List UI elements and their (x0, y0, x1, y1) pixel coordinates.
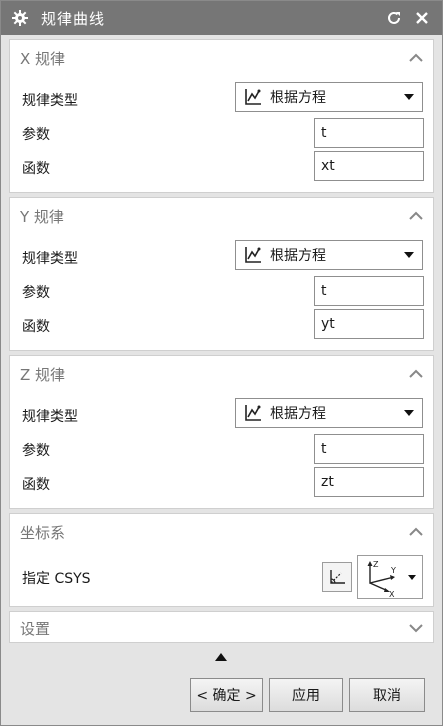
cancel-button[interactable]: 取消 (349, 678, 425, 712)
axis-y-label: Y (390, 566, 396, 575)
y-law-type-value: 根据方程 (270, 248, 326, 264)
chevron-down-icon[interactable] (407, 619, 425, 637)
z-law-group: Z 规律 规律类型 根据方程 参数 t 函数 zt (9, 355, 434, 509)
csys-header[interactable]: 坐标系 (10, 514, 433, 550)
y-law-header[interactable]: Y 规律 (10, 198, 433, 234)
csys-type-dropdown[interactable]: Z Y X (357, 555, 423, 599)
x-param-input[interactable]: t (314, 118, 424, 148)
z-law-type-value: 根据方程 (270, 406, 326, 422)
equation-icon (242, 244, 264, 266)
equation-icon (242, 402, 264, 424)
y-law-title: Y 规律 (20, 207, 64, 226)
y-law-group: Y 规律 规律类型 根据方程 参数 t 函数 yt (9, 197, 434, 351)
csys-axes-icon: Z Y X (367, 560, 396, 597)
dropdown-arrow-icon (404, 251, 414, 259)
x-law-type-label: 规律类型 (22, 93, 78, 109)
dialog-title: 规律曲线 (41, 9, 106, 28)
z-param-label: 参数 (22, 443, 50, 459)
x-param-label: 参数 (22, 127, 50, 143)
y-param-label: 参数 (22, 285, 50, 301)
settings-group: 设置 (9, 611, 434, 643)
chevron-up-icon[interactable] (407, 49, 425, 67)
z-law-type-select[interactable]: 根据方程 (235, 398, 423, 428)
z-law-header[interactable]: Z 规律 (10, 356, 433, 392)
specify-csys-label: 指定 CSYS (22, 571, 91, 587)
settings-header[interactable]: 设置 (10, 612, 433, 644)
reset-icon[interactable] (384, 8, 404, 28)
close-icon[interactable] (412, 8, 432, 28)
x-law-type-select[interactable]: 根据方程 (235, 82, 423, 112)
apply-button[interactable]: 应用 (269, 678, 343, 712)
x-law-group: X 规律 规律类型 根据方程 参数 t 函数 xt (9, 39, 434, 193)
chevron-up-icon[interactable] (407, 365, 425, 383)
y-law-type-select[interactable]: 根据方程 (235, 240, 423, 270)
csys-title: 坐标系 (20, 523, 66, 542)
chevron-up-icon[interactable] (407, 207, 425, 225)
x-func-input[interactable]: xt (314, 151, 424, 181)
ok-button[interactable]: < 确定 > (190, 678, 263, 712)
x-law-title: X 规律 (20, 49, 66, 68)
y-func-input[interactable]: yt (314, 309, 424, 339)
collapse-up-icon[interactable] (213, 651, 229, 663)
z-law-title: Z 规律 (20, 365, 66, 384)
z-param-input[interactable]: t (314, 434, 424, 464)
x-law-header[interactable]: X 规律 (10, 40, 433, 76)
z-func-label: 函数 (22, 477, 50, 493)
z-func-input[interactable]: zt (314, 467, 424, 497)
y-law-type-label: 规律类型 (22, 251, 78, 267)
z-law-type-label: 规律类型 (22, 409, 78, 425)
axis-x-label: X (389, 590, 395, 597)
csys-dialog-button[interactable] (322, 562, 352, 592)
chevron-up-icon[interactable] (407, 523, 425, 541)
title-bar: 规律曲线 (1, 1, 442, 35)
y-func-label: 函数 (22, 319, 50, 335)
dropdown-arrow-icon (404, 93, 414, 101)
dropdown-arrow-icon (408, 574, 416, 580)
law-curve-dialog: 规律曲线 X 规律 规律类型 根据方程 参数 t 函数 xt Y 规律 规律类型… (0, 0, 443, 726)
csys-group: 坐标系 指定 CSYS Z Y X (9, 513, 434, 607)
gear-icon (11, 9, 29, 27)
x-func-label: 函数 (22, 161, 50, 177)
axis-z-label: Z (373, 560, 379, 569)
settings-title: 设置 (20, 619, 51, 638)
dropdown-arrow-icon (404, 409, 414, 417)
y-param-input[interactable]: t (314, 276, 424, 306)
x-law-type-value: 根据方程 (270, 90, 326, 106)
equation-icon (242, 86, 264, 108)
